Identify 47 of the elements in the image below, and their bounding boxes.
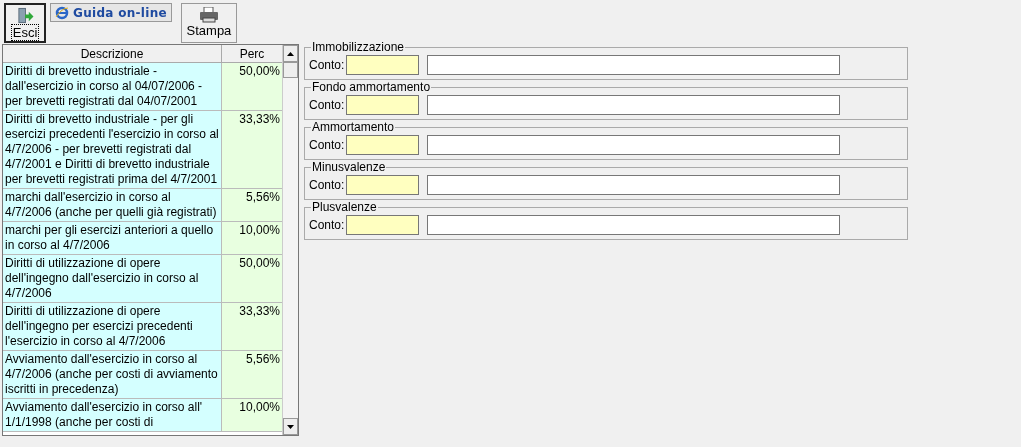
account-code-field[interactable] [346, 215, 420, 235]
group-title: Plusvalenze [311, 200, 378, 214]
account-code-field[interactable] [346, 55, 420, 75]
group-title: Minusvalenze [311, 160, 387, 174]
table-cell: Diritti di utilizzazione di opere dell'ingegno per esercizi precedenti l'esercizio in corso al 4/7/2006 [3, 303, 222, 350]
help-button[interactable]: Guida on-line [50, 3, 172, 22]
group-title: Ammortamento [311, 120, 396, 134]
door-arrow-icon [16, 7, 34, 24]
scroll-thumb[interactable] [283, 62, 298, 78]
column-header: Descrizione [3, 45, 222, 62]
table-cell: marchi dall'esercizio in corso al 4/7/2006 (anche per quelli già registrati) [3, 189, 222, 221]
group-title: Immobilizzazione [311, 40, 406, 54]
table-cell: 50,00% [222, 255, 282, 302]
exit-button[interactable]: Esci [4, 3, 46, 43]
table-cell: 33,33% [222, 111, 282, 188]
account-code-field[interactable] [346, 135, 420, 155]
table-cell: 5,56% [222, 351, 282, 398]
account-code-field[interactable] [346, 95, 420, 115]
scroll-down-icon[interactable] [283, 418, 298, 435]
table-cell: 50,00% [222, 63, 282, 110]
account-name-field[interactable] [427, 215, 841, 235]
browser-logo-icon [55, 5, 69, 20]
field-label: Conto: [309, 97, 345, 114]
account-name-field[interactable] [427, 55, 841, 75]
table-cell: 10,00% [222, 399, 282, 431]
account-code-field[interactable] [346, 175, 420, 195]
table-cell: Avviamento dall'esercizio in corso all' 1/1/1998 (anche per costi di [3, 399, 222, 431]
printer-icon [198, 7, 219, 23]
table-cell: 5,56% [222, 189, 282, 221]
account-name-field[interactable] [427, 175, 841, 195]
field-label: Conto: [309, 57, 345, 74]
scrollbar[interactable] [282, 45, 298, 435]
field-label: Conto: [309, 217, 345, 234]
table-cell: Diritti di brevetto industriale - dall'esercizio in corso al 04/07/2006 - per brevetti registrati dal 04/07/2001 [3, 63, 222, 110]
table-cell: 10,00% [222, 222, 282, 254]
field-label: Conto: [309, 177, 345, 194]
print-button[interactable]: Stampa [180, 3, 237, 43]
table-cell: Avviamento dall'esercizio in corso al 4/7/2006 (anche per costi di avviamento iscritti in precedenza) [3, 351, 222, 398]
table-cell: 33,33% [222, 303, 282, 350]
account-name-field[interactable] [427, 95, 841, 115]
group-title: Fondo ammortamento [311, 80, 432, 94]
account-name-field[interactable] [427, 135, 841, 155]
field-label: Conto: [309, 137, 345, 154]
scroll-up-icon[interactable] [283, 45, 298, 62]
table-cell: Diritti di utilizzazione di opere dell'ingegno dall'esercizio in corso al 4/7/2006 [3, 255, 222, 302]
table-cell: marchi per gli esercizi anteriori a quello in corso al 4/7/2006 [3, 222, 222, 254]
column-header: Perc [222, 45, 282, 62]
